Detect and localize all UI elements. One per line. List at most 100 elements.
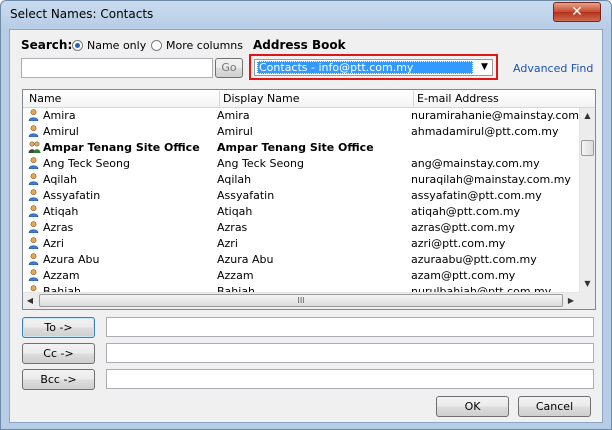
column-header-email[interactable]: E-mail Address [417,92,499,105]
contact-name: Amira [43,109,76,122]
contact-name: Azras [43,221,74,234]
contact-name: Assyafatin [43,189,101,202]
ok-button-label: OK [464,400,481,413]
person-contact-icon [28,253,39,266]
person-contact-icon [28,269,39,282]
go-button[interactable]: Go [215,58,243,78]
to-button-label: To -> [44,321,73,334]
name-only-label[interactable]: Name only [87,39,146,52]
title-bar[interactable]: Select Names: Contacts ✕ [1,1,611,29]
column-header-name[interactable]: Name [29,92,61,105]
contact-name: Bahiah [43,285,82,292]
cc-button-label: Cc -> [43,347,74,360]
scroll-up-icon[interactable]: ▲ [580,108,595,124]
person-contact-icon [28,237,39,250]
go-button-label: Go [221,61,237,74]
address-book-dropdown[interactable]: Contacts - info@ptt.com.my ▼ [254,59,493,76]
more-columns-label[interactable]: More columns [166,39,243,52]
person-contact-icon [28,109,39,122]
contact-name: Ampar Tenang Site Office [43,141,200,154]
close-icon: ✕ [571,4,583,20]
column-divider[interactable] [219,91,220,106]
contact-name: Azzam [43,269,80,282]
contact-email: atiqah@ptt.com.my [411,205,521,218]
cc-button[interactable]: Cc -> [22,343,95,364]
list-item[interactable]: Bahiah Bahiah nurulbahiah@ptt.com.my [23,284,579,292]
person-contact-icon [28,285,39,292]
contact-email: azam@ptt.com.my [411,269,516,282]
cancel-button[interactable]: Cancel [518,396,591,417]
contact-name: Ang Teck Seong [43,157,130,170]
list-item[interactable]: Aqilah Aqilah nuraqilah@mainstay.com.my [23,172,579,188]
group-contact-icon [28,141,41,153]
ok-button[interactable]: OK [436,396,509,417]
column-header-display-name[interactable]: Display Name [223,92,300,105]
contact-email: ang@mainstay.com.my [411,157,540,170]
person-contact-icon [28,173,39,186]
list-item[interactable]: Azura Abu Azura Abu azuraabu@ptt.com.my [23,252,579,268]
list-item[interactable]: Amirul Amirul ahmadamirul@ptt.com.my [23,124,579,140]
list-item[interactable]: Atiqah Atiqah atiqah@ptt.com.my [23,204,579,220]
list-header: Name Display Name E-mail Address [23,90,595,108]
to-field[interactable] [106,317,594,337]
search-label: Search: [21,38,73,52]
list-item[interactable]: Amira Amira nuramirahanie@mainstay.com.my [23,108,579,124]
list-item[interactable]: Assyafatin Assyafatin assyafatin@ptt.com.m… [23,188,579,204]
contact-name: Amirul [43,125,79,138]
dialog-window: Select Names: Contacts ✕ Search: Name on… [0,0,612,430]
contact-name: Azura Abu [43,253,100,266]
contact-display-name: Azura Abu [217,253,274,266]
contact-display-name: Ang Teck Seong [217,157,304,170]
contact-email: nurulbahiah@ptt.com.my [411,285,552,292]
bcc-button[interactable]: Bcc -> [22,369,95,390]
contact-name: Aqilah [43,173,78,186]
contact-display-name: Atiqah [217,205,253,218]
contact-display-name: Azras [217,221,248,234]
contact-email: ahmadamirul@ptt.com.my [411,125,559,138]
contact-email: nuramirahanie@mainstay.com.my [411,109,579,122]
list-item[interactable]: Azzam Azzam azam@ptt.com.my [23,268,579,284]
contact-email: azras@ptt.com.my [411,221,515,234]
contact-display-name: Azri [217,237,238,250]
horizontal-scroll-thumb[interactable]: III [39,294,563,307]
search-input[interactable] [21,58,213,78]
bcc-field[interactable] [106,369,594,389]
person-contact-icon [28,157,39,170]
scrollbar-corner [579,292,595,309]
person-contact-icon [28,125,39,138]
horizontal-scrollbar[interactable]: ◀ III ▶ [23,292,579,309]
person-contact-icon [28,189,39,202]
contacts-list[interactable]: Name Display Name E-mail Address Amira Am… [22,89,596,310]
person-contact-icon [28,205,39,218]
close-button[interactable]: ✕ [553,2,601,22]
vertical-scroll-thumb[interactable] [581,140,594,156]
name-only-radio[interactable] [72,40,83,51]
more-columns-radio[interactable] [151,40,162,51]
scroll-right-icon[interactable]: ▶ [564,293,578,309]
cc-field[interactable] [106,343,594,363]
list-item[interactable]: Ampar Tenang Site Office Ampar Tenang Sit… [23,140,579,156]
list-item[interactable]: Azras Azras azras@ptt.com.my [23,220,579,236]
contact-email: assyafatin@ptt.com.my [411,189,542,202]
contact-email: azri@ptt.com.my [411,237,506,250]
scroll-left-icon[interactable]: ◀ [23,293,37,309]
to-button[interactable]: To -> [22,317,95,338]
contact-email: nuraqilah@mainstay.com.my [411,173,571,186]
vertical-scrollbar[interactable]: ▲ ▼ [579,108,595,292]
list-rows: AmiraAmiranuramirahanie@mainstay.com.myA… [23,108,579,292]
contact-display-name: Azzam [217,269,254,282]
contact-display-name: Amira [217,109,250,122]
address-book-selected: Contacts - info@ptt.com.my [257,61,473,74]
dialog-body: Search: Name only More columns Address B… [9,29,603,423]
list-item[interactable]: Ang Teck Seong Ang Teck Seong ang@mainstay… [23,156,579,172]
contact-display-name: Assyafatin [217,189,275,202]
advanced-find-link[interactable]: Advanced Find [513,62,593,75]
address-book-label: Address Book [253,38,346,52]
chevron-down-icon[interactable]: ▼ [477,60,492,75]
cancel-button-label: Cancel [535,400,574,413]
contact-display-name: Aqilah [217,173,252,186]
contact-name: Atiqah [43,205,79,218]
column-divider[interactable] [413,91,414,106]
scroll-down-icon[interactable]: ▼ [580,276,595,292]
list-item[interactable]: Azri Azri azri@ptt.com.my [23,236,579,252]
